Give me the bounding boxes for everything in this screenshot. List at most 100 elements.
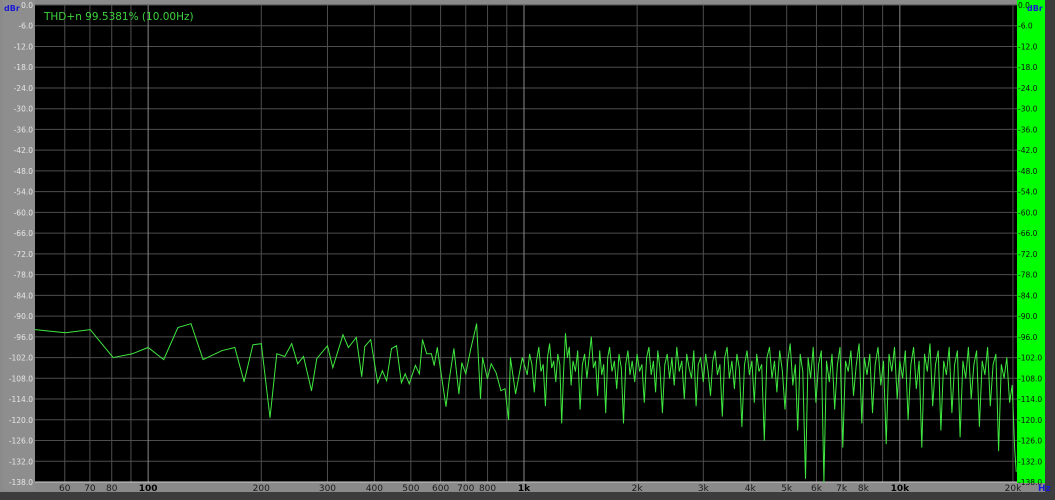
data-point xyxy=(163,359,165,361)
x-tick-label: 4k xyxy=(745,484,757,494)
data-point xyxy=(613,360,615,362)
y-tick-label-right: -90.0 xyxy=(1018,312,1038,321)
data-point xyxy=(805,478,806,479)
data-point xyxy=(430,353,432,355)
data-point xyxy=(981,360,983,362)
data-point xyxy=(1015,471,1017,473)
y-tick-label: 0.0 xyxy=(21,1,33,10)
data-point xyxy=(926,370,928,372)
data-point xyxy=(426,353,428,355)
data-point xyxy=(815,402,817,403)
data-point xyxy=(842,446,844,448)
data-point xyxy=(177,327,179,328)
data-point xyxy=(719,364,721,365)
data-point xyxy=(147,347,149,348)
data-point xyxy=(327,345,328,347)
y-tick-label-right: -66.0 xyxy=(1018,229,1038,238)
x-tick-label: 800 xyxy=(479,484,496,494)
y-tick-label: -24.0 xyxy=(14,84,34,93)
data-point xyxy=(391,348,392,350)
data-point xyxy=(361,376,363,378)
data-point xyxy=(861,422,863,424)
data-point xyxy=(64,332,66,334)
data-point xyxy=(766,357,768,359)
data-point xyxy=(639,370,641,372)
x-tick-label: 70 xyxy=(84,484,96,494)
data-point xyxy=(823,481,825,483)
data-point xyxy=(915,388,917,390)
data-point xyxy=(646,357,648,359)
y-tick-label-right: -30.0 xyxy=(1018,105,1038,114)
x-tick-label: 10k xyxy=(891,484,911,494)
data-point xyxy=(234,347,236,348)
y-tick-label: -84.0 xyxy=(14,291,34,300)
data-point xyxy=(924,353,925,355)
x-tick-label: 1k xyxy=(518,484,531,494)
data-point xyxy=(940,429,942,431)
data-point xyxy=(291,343,293,345)
data-point xyxy=(853,395,854,397)
data-point xyxy=(657,350,659,352)
data-point xyxy=(913,346,915,348)
data-point xyxy=(629,374,631,376)
data-point xyxy=(470,349,472,351)
data-point xyxy=(978,426,980,428)
data-point xyxy=(549,343,551,345)
x-tick-label: 500 xyxy=(402,484,419,494)
data-point xyxy=(751,360,753,362)
data-point xyxy=(623,422,624,424)
data-point xyxy=(885,443,887,445)
data-point xyxy=(418,373,420,375)
data-point xyxy=(386,380,388,382)
data-point xyxy=(659,367,661,369)
data-point xyxy=(603,364,605,365)
data-point xyxy=(605,412,607,414)
data-point xyxy=(810,377,812,379)
data-point xyxy=(422,339,423,341)
data-point xyxy=(112,357,114,359)
y-tick-label-right: -120.0 xyxy=(1018,416,1042,425)
x-tick-label: 300 xyxy=(319,484,336,494)
data-point xyxy=(724,357,726,359)
y-tick-label-right: -102.0 xyxy=(1018,354,1042,363)
data-point xyxy=(826,360,827,362)
data-point xyxy=(433,365,435,366)
data-point xyxy=(276,353,278,355)
data-point xyxy=(311,390,312,392)
data-point xyxy=(744,364,745,365)
x-tick-label: 6k xyxy=(811,484,823,494)
data-point xyxy=(592,367,594,369)
data-point xyxy=(570,384,572,386)
data-point xyxy=(863,357,865,359)
data-point xyxy=(899,360,901,362)
data-point xyxy=(648,346,650,348)
y-tick-label: -138.0 xyxy=(9,478,33,487)
data-point xyxy=(355,337,357,338)
y-tick-label: -54.0 xyxy=(14,188,34,197)
data-point xyxy=(252,344,254,346)
data-point xyxy=(574,370,576,372)
data-point xyxy=(551,367,553,369)
data-point xyxy=(284,356,286,357)
data-point xyxy=(820,350,822,352)
data-point xyxy=(716,374,718,376)
data-point xyxy=(655,391,657,393)
data-point xyxy=(533,391,535,393)
data-point xyxy=(872,412,873,414)
data-point xyxy=(678,370,680,372)
data-point xyxy=(756,353,758,355)
data-point xyxy=(818,364,820,365)
data-point xyxy=(566,357,568,359)
data-point xyxy=(364,346,366,347)
data-point xyxy=(521,357,523,359)
data-point xyxy=(370,339,372,341)
y-tick-label: -108.0 xyxy=(9,374,33,383)
data-point xyxy=(891,370,893,372)
data-point xyxy=(1014,446,1016,448)
y-tick-label-right: -6.0 xyxy=(1018,22,1033,31)
data-point xyxy=(618,353,620,355)
data-point xyxy=(586,377,588,379)
data-point xyxy=(781,370,783,372)
data-point xyxy=(712,360,714,362)
data-point xyxy=(579,408,581,410)
